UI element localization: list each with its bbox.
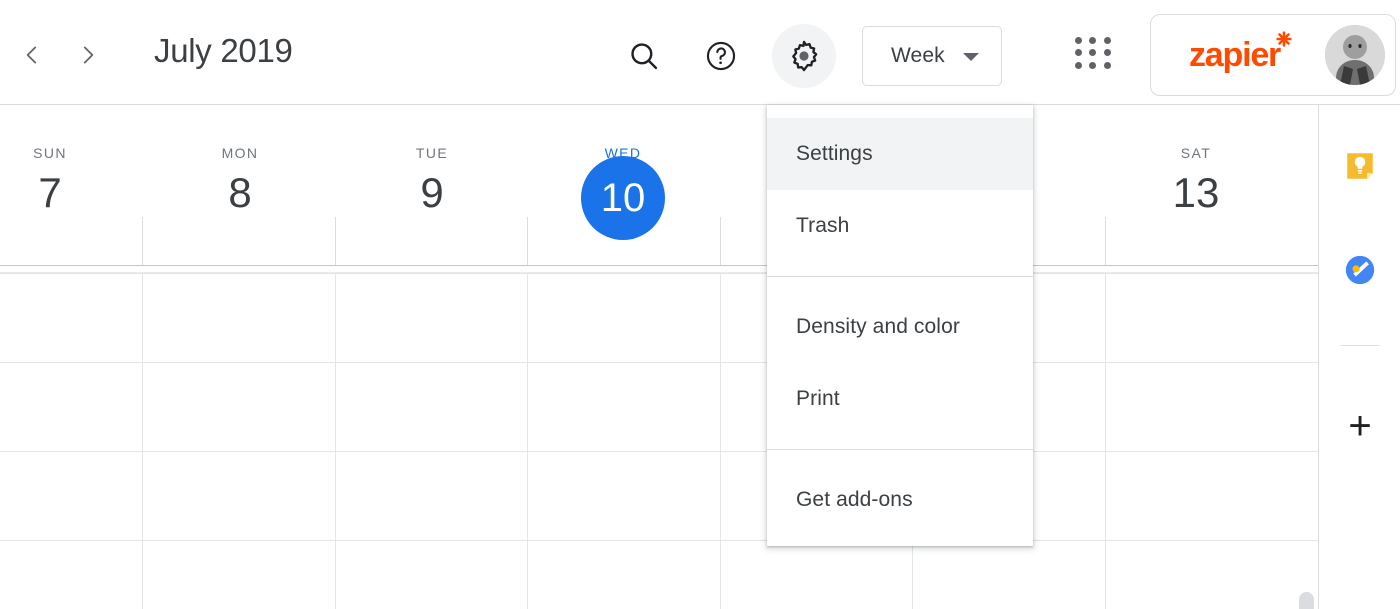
- day-header-tue[interactable]: TUE 9: [336, 105, 528, 217]
- day-header-sun[interactable]: SUN 7: [0, 105, 146, 217]
- settings-button[interactable]: [772, 24, 836, 88]
- search-button[interactable]: [612, 24, 676, 88]
- all-day-divider: [0, 265, 1318, 266]
- calendar-grid: SUN 7 MON 8 TUE 9 WED 10 THU 11 FRI 12: [0, 105, 1318, 609]
- hour-line: [0, 540, 1318, 541]
- google-keep-button[interactable]: [1341, 147, 1379, 185]
- page-title: July 2019: [154, 32, 293, 69]
- add-side-panel-app-button[interactable]: +: [1341, 406, 1379, 446]
- asterisk-icon: [1276, 31, 1292, 47]
- day-column-divider: [527, 273, 528, 609]
- day-name: MON: [221, 145, 259, 161]
- header-column-divider: [720, 217, 721, 265]
- day-header-mon[interactable]: MON 8: [144, 105, 336, 217]
- apps-dot: [1089, 37, 1097, 44]
- header-column-divider: [335, 217, 336, 265]
- apps-dot: [1103, 37, 1111, 44]
- account-chip[interactable]: zapier: [1150, 14, 1396, 96]
- apps-dot: [1075, 61, 1082, 69]
- day-header-row: SUN 7 MON 8 TUE 9 WED 10 THU 11 FRI 12: [0, 105, 1318, 265]
- previous-period-button[interactable]: [10, 33, 54, 77]
- apps-dot: [1103, 49, 1111, 57]
- help-icon: [706, 41, 736, 71]
- day-column-divider: [1105, 273, 1106, 609]
- day-name: TUE: [415, 145, 449, 161]
- view-selector-label: Week: [891, 44, 945, 67]
- day-number-today: 10: [581, 156, 665, 240]
- day-number: 13: [1172, 169, 1220, 216]
- avatar[interactable]: [1325, 25, 1385, 85]
- app-header: July 2019 Week zapier: [0, 0, 1400, 105]
- search-icon: [631, 43, 658, 70]
- day-column-divider: [720, 273, 721, 609]
- day-number: 9: [420, 169, 444, 216]
- tasks-icon: [1345, 255, 1375, 285]
- menu-divider: [767, 276, 1033, 277]
- view-selector[interactable]: Week: [862, 26, 1002, 86]
- side-panel-divider: [1341, 345, 1379, 346]
- day-header-wed-today[interactable]: WED 10: [527, 105, 719, 240]
- day-column-divider: [335, 273, 336, 609]
- calendar-time-grid[interactable]: [0, 273, 1318, 609]
- next-period-button[interactable]: [66, 33, 110, 77]
- google-calendar-app: July 2019 Week zapier SUN 7 MON 8 TUE 9 …: [0, 0, 1400, 609]
- day-header-sat[interactable]: SAT 13: [1100, 105, 1292, 217]
- apps-dot: [1089, 49, 1097, 57]
- chevron-left-icon: [26, 46, 37, 64]
- hour-line: [0, 273, 1318, 274]
- calendar-scrollbar-thumb[interactable]: [1299, 592, 1314, 609]
- menu-item-print[interactable]: Print: [767, 363, 1033, 435]
- header-column-divider: [142, 217, 143, 265]
- avatar-photo-icon: [1325, 25, 1385, 85]
- menu-item-trash[interactable]: Trash: [767, 190, 1033, 262]
- chevron-down-icon: [963, 53, 979, 61]
- day-name: SUN: [33, 145, 67, 161]
- apps-dot: [1075, 49, 1082, 57]
- brand-logo: zapier: [1189, 36, 1281, 74]
- apps-dot: [1075, 37, 1082, 44]
- menu-item-density-and-color[interactable]: Density and color: [767, 291, 1033, 363]
- settings-dropdown-menu: Settings Trash Density and color Print G…: [767, 105, 1033, 546]
- chevron-right-icon: [83, 46, 94, 64]
- header-column-divider: [1105, 217, 1106, 265]
- gear-icon: [792, 40, 818, 72]
- google-tasks-button[interactable]: [1341, 251, 1379, 289]
- apps-dot: [1089, 61, 1097, 69]
- menu-divider: [767, 449, 1033, 450]
- help-button[interactable]: [689, 24, 753, 88]
- hour-line: [0, 362, 1318, 363]
- day-name: SAT: [1180, 145, 1212, 161]
- hour-line: [0, 451, 1318, 452]
- day-column-divider: [142, 273, 143, 609]
- apps-dot: [1103, 61, 1111, 69]
- day-number: 7: [38, 169, 62, 216]
- side-panel: +: [1318, 105, 1400, 609]
- day-number: 8: [228, 169, 252, 216]
- menu-item-get-add-ons[interactable]: Get add-ons: [767, 464, 1033, 536]
- calendar-scrollbar-track[interactable]: [1299, 273, 1314, 609]
- day-name: WED: [604, 145, 642, 161]
- google-apps-button[interactable]: [1072, 34, 1116, 72]
- menu-item-settings[interactable]: Settings: [767, 118, 1033, 190]
- keep-icon: [1347, 153, 1373, 179]
